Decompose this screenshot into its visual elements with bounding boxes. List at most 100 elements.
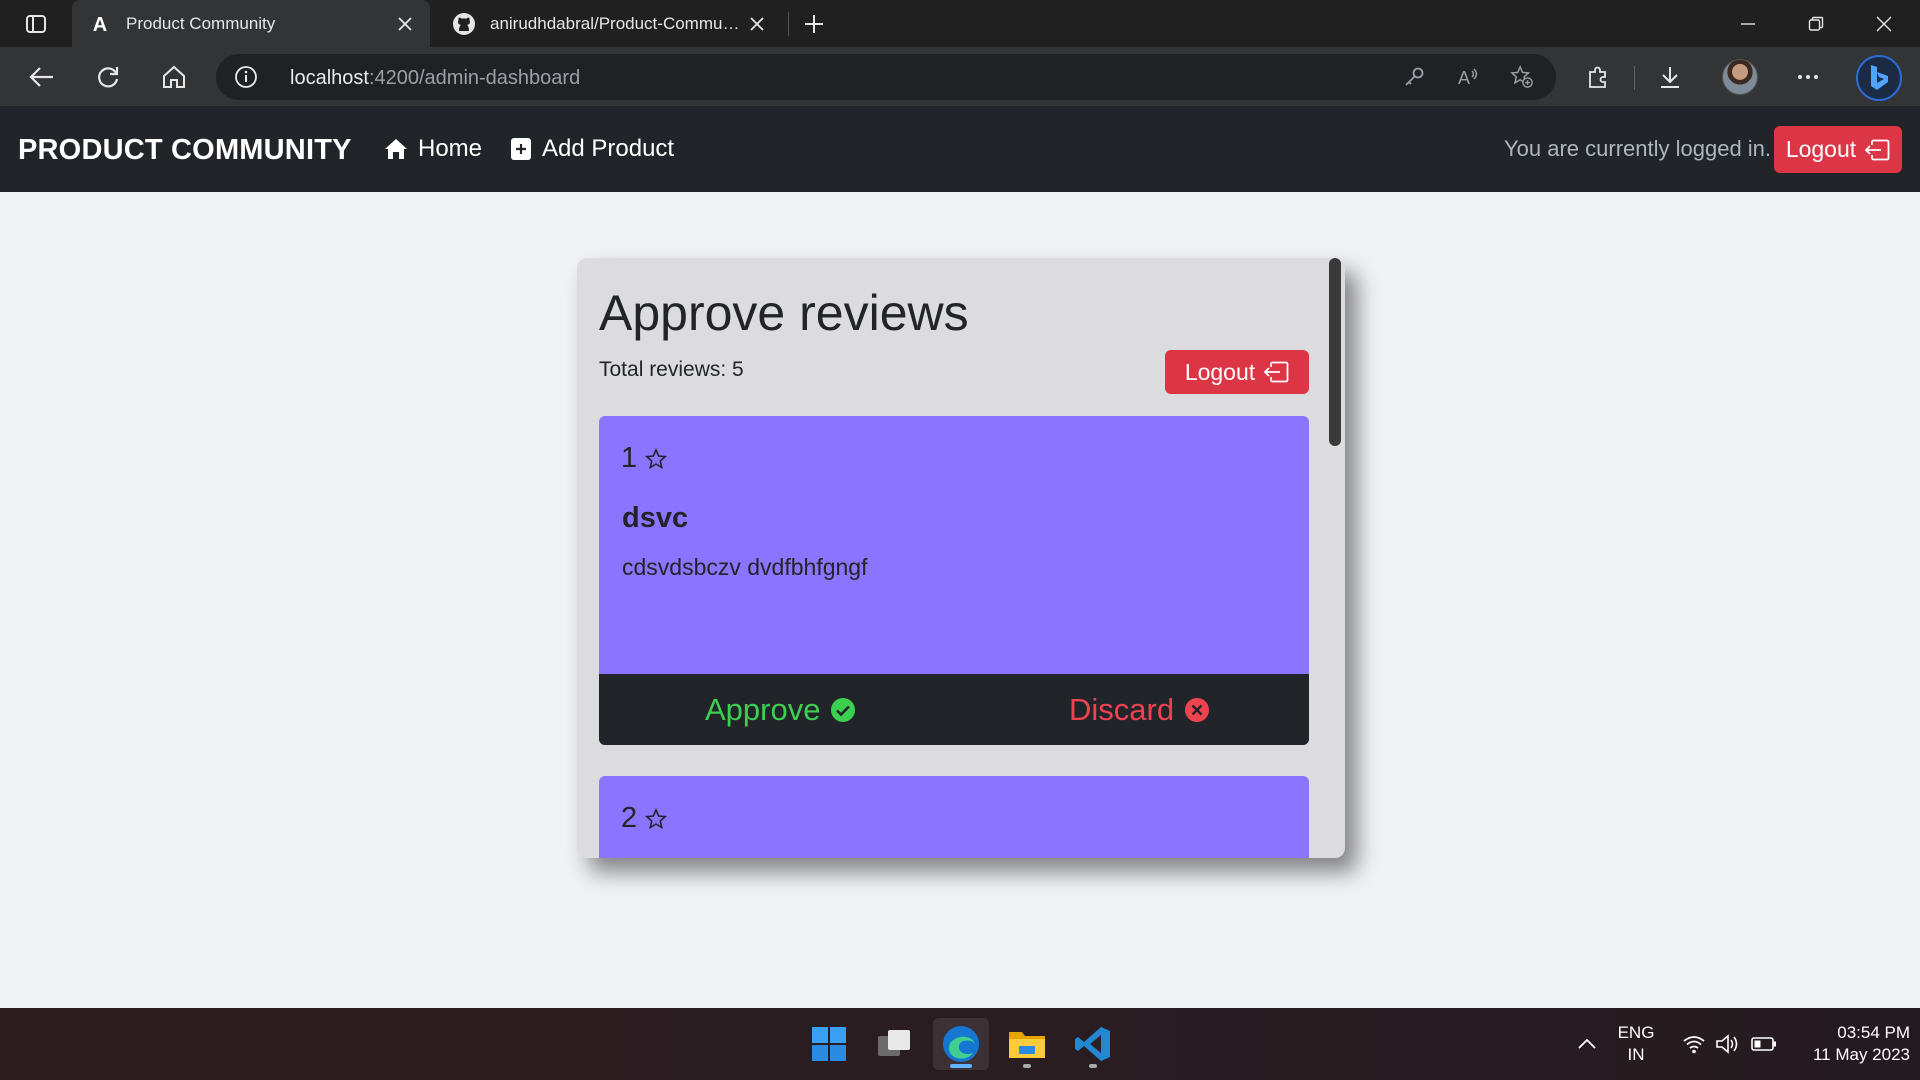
bing-icon	[1871, 65, 1888, 90]
volume-icon	[1716, 1034, 1738, 1054]
windows-taskbar: ENG IN 03:54 PM 11 May 2023	[0, 1008, 1920, 1080]
clock-date: 11 May 2023	[1812, 1045, 1910, 1064]
restore-button[interactable]	[1782, 0, 1850, 47]
downloads-button[interactable]	[1653, 60, 1687, 94]
app-navbar: PRODUCT COMMUNITY Home Add Product You a…	[0, 106, 1920, 192]
favorites-add-icon[interactable]	[1510, 64, 1534, 89]
url-text[interactable]: localhost:4200/admin-dashboard	[290, 67, 580, 90]
plus-square-icon	[511, 138, 531, 160]
running-app-indicator	[1023, 1064, 1031, 1068]
page-viewport: PRODUCT COMMUNITY Home Add Product You a…	[0, 106, 1920, 1008]
url-host: localhost	[290, 67, 369, 89]
review-card: 2	[599, 776, 1309, 858]
profile-avatar[interactable]	[1722, 59, 1758, 95]
review-rating: 1	[621, 442, 668, 475]
nav-home-link[interactable]: Home	[384, 135, 482, 163]
more-icon	[1798, 75, 1818, 79]
review-card: 1 dsvc cdsvdsbczv dvdfbhfgngf Approve Di…	[599, 416, 1309, 745]
more-options-button[interactable]	[1791, 60, 1825, 94]
puzzle-icon	[1589, 66, 1606, 88]
system-clock[interactable]: 03:54 PM 11 May 2023	[1790, 1022, 1910, 1066]
tab-title: anirudhdabral/Product-Community	[490, 13, 742, 33]
close-tab-icon[interactable]	[742, 9, 772, 39]
task-view-button[interactable]	[867, 1018, 923, 1070]
navbar-logout-button[interactable]: Logout	[1774, 126, 1902, 173]
login-status-text: You are currently logged in.	[1504, 136, 1772, 161]
close-window-button[interactable]	[1850, 0, 1918, 47]
x-circle-icon	[1185, 698, 1210, 722]
plus-icon	[805, 15, 823, 33]
read-aloud-icon[interactable]: A	[1456, 65, 1480, 89]
input-language-indicator[interactable]: ENG IN	[1614, 1022, 1658, 1066]
close-tab-icon[interactable]	[390, 9, 420, 39]
panel-scrollbar[interactable]	[1329, 258, 1341, 446]
language-code: ENG	[1617, 1023, 1655, 1042]
back-button[interactable]	[22, 57, 62, 97]
house-icon	[385, 139, 407, 159]
running-app-indicator	[1089, 1064, 1097, 1068]
start-button[interactable]	[801, 1018, 857, 1070]
angular-icon: A	[88, 12, 112, 36]
extensions-button[interactable]	[1581, 60, 1615, 94]
show-hidden-icons-button[interactable]	[1572, 1008, 1602, 1080]
download-icon	[1661, 67, 1679, 88]
active-app-indicator	[950, 1064, 972, 1068]
home-button[interactable]	[154, 57, 194, 97]
bing-chat-button[interactable]	[1856, 55, 1902, 101]
rating-value: 1	[621, 442, 638, 474]
brand-logo[interactable]: PRODUCT COMMUNITY	[18, 134, 352, 167]
discard-label: Discard	[1069, 692, 1175, 727]
refresh-icon	[98, 67, 119, 88]
tab-actions-icon	[26, 15, 46, 33]
panel-title: Approve reviews	[599, 285, 969, 341]
toolbar-divider	[1634, 66, 1635, 90]
minimize-button[interactable]	[1714, 0, 1782, 47]
task-view-icon	[878, 1030, 910, 1056]
volume-status[interactable]	[1712, 1008, 1744, 1080]
browser-tab-strip: A Product Community anirudhdabral/Produc…	[0, 0, 1920, 47]
key-icon[interactable]	[1402, 65, 1426, 89]
logout-icon	[1864, 139, 1890, 160]
edge-icon	[943, 1026, 979, 1062]
nav-add-product-link[interactable]: Add Product	[510, 135, 674, 163]
region-code: IN	[1627, 1045, 1645, 1064]
clock-time: 03:54 PM	[1837, 1023, 1910, 1042]
total-reviews-count: Total reviews: 5	[599, 358, 744, 381]
review-title: dsvc	[622, 502, 689, 534]
review-body: cdsvdsbczv dvdfbhfgngf	[622, 554, 868, 580]
folder-icon	[1009, 1032, 1045, 1058]
approve-button[interactable]: Approve	[705, 692, 856, 728]
new-tab-button[interactable]	[798, 8, 830, 40]
address-bar[interactable]: localhost:4200/admin-dashboard A	[216, 54, 1556, 100]
star-outline-icon	[645, 447, 668, 469]
nav-home-label: Home	[418, 135, 483, 162]
logout-label: Logout	[1785, 136, 1857, 162]
edge-taskbar-button[interactable]	[933, 1018, 989, 1070]
vscode-taskbar-button[interactable]	[1065, 1018, 1121, 1070]
file-explorer-taskbar-button[interactable]	[999, 1018, 1055, 1070]
chevron-up-icon	[1578, 1038, 1596, 1049]
discard-button[interactable]: Discard	[1069, 692, 1210, 728]
tab-product-community[interactable]: A Product Community	[72, 0, 430, 47]
svg-text:A: A	[93, 14, 107, 35]
tab-actions-button[interactable]	[14, 10, 58, 38]
refresh-button[interactable]	[88, 57, 128, 97]
logout-label: Logout	[1184, 358, 1256, 385]
home-outline-icon	[163, 65, 185, 88]
tab-divider	[788, 12, 789, 36]
battery-status[interactable]	[1748, 1008, 1780, 1080]
tab-github[interactable]: anirudhdabral/Product-Community	[436, 0, 782, 47]
back-arrow-icon	[29, 67, 53, 87]
tab-title: Product Community	[126, 13, 276, 33]
close-icon	[1876, 16, 1892, 31]
info-icon[interactable]	[234, 65, 258, 89]
panel-logout-button[interactable]: Logout	[1165, 350, 1309, 394]
restore-icon	[1808, 16, 1824, 31]
wifi-icon	[1683, 1036, 1705, 1054]
svg-text:A: A	[1458, 68, 1470, 88]
approve-label: Approve	[705, 692, 821, 727]
logout-icon	[1263, 361, 1289, 383]
wifi-status[interactable]	[1678, 1008, 1710, 1080]
browser-toolbar: localhost:4200/admin-dashboard A	[0, 47, 1920, 106]
check-circle-icon	[831, 698, 856, 722]
